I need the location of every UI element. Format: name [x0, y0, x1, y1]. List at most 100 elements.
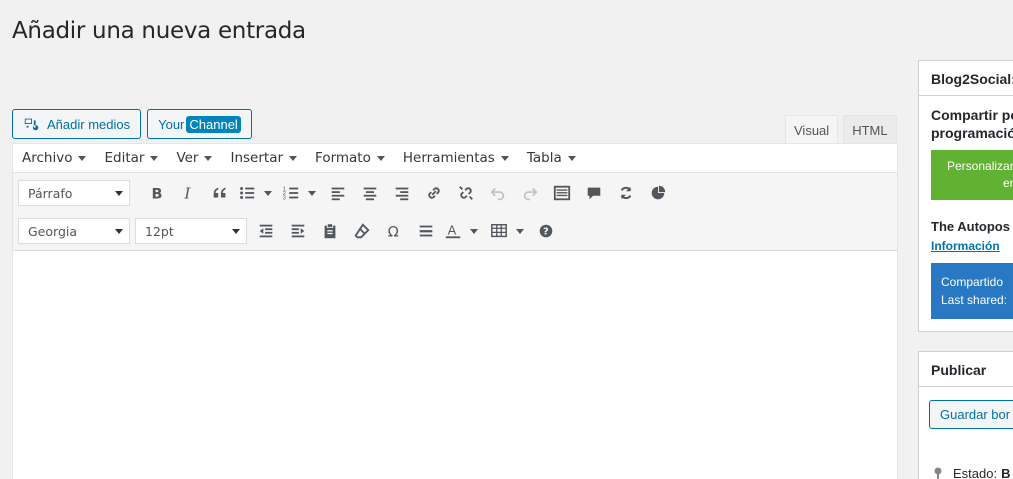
editor-mode-tabs: Visual HTML: [785, 115, 897, 144]
numbered-list-icon: 123: [283, 186, 299, 201]
chevron-down-icon: [115, 228, 123, 234]
undo-button[interactable]: [482, 179, 514, 207]
table-dropdown[interactable]: [510, 217, 524, 245]
font-family-value: Georgia: [28, 223, 78, 239]
align-center-icon: [363, 187, 377, 201]
blog2social-title: Blog2Social:: [919, 61, 1013, 96]
link-icon: [428, 187, 440, 199]
blog2social-panel: Blog2Social: Compartir po programació Pe…: [918, 60, 1013, 332]
publish-panel: Publicar Guardar bor Estado: B: [918, 351, 1013, 479]
chevron-down-icon: [516, 228, 524, 234]
chevron-down-icon: [376, 155, 385, 161]
align-right-button[interactable]: [386, 179, 418, 207]
menu-editar-label: Editar: [104, 150, 145, 166]
help-button[interactable]: ?: [530, 217, 562, 245]
menu-ver-label: Ver: [176, 150, 199, 166]
undo-icon: [490, 187, 505, 201]
chevron-down-icon: [264, 190, 272, 196]
font-size-select[interactable]: 12pt: [135, 218, 247, 244]
svg-text:I: I: [183, 184, 191, 202]
menu-editar[interactable]: Editar: [104, 150, 159, 166]
redo-button[interactable]: [514, 179, 546, 207]
menu-archivo[interactable]: Archivo: [22, 150, 87, 166]
your-channel-button[interactable]: Your Channel: [147, 109, 252, 139]
menu-tabla[interactable]: Tabla: [527, 150, 576, 166]
post-editor: Archivo Editar Ver Insertar Formato Herr…: [12, 143, 898, 479]
shared-status-line1: Compartido: [941, 275, 1004, 289]
eraser-icon: [354, 223, 370, 239]
bullet-list-button[interactable]: [236, 179, 258, 207]
customize-share-button[interactable]: Personalizar en: [931, 150, 1013, 200]
svg-text:?: ?: [543, 227, 549, 238]
quote-icon: [213, 187, 226, 198]
customize-share-line2: en: [1003, 176, 1013, 190]
table-button[interactable]: [488, 217, 510, 245]
outdent-button[interactable]: [250, 217, 282, 245]
menu-herramientas[interactable]: Herramientas: [403, 150, 509, 166]
customize-share-line1: Personalizar: [947, 159, 1013, 173]
bullet-list-dropdown[interactable]: [258, 179, 272, 207]
special-character-button[interactable]: Ω: [378, 217, 410, 245]
bold-button[interactable]: B: [140, 179, 172, 207]
blog2social-description-line2: programació: [931, 125, 1013, 141]
help-icon: ?: [539, 224, 553, 238]
chevron-down-icon: [204, 155, 213, 161]
tab-visual[interactable]: Visual: [785, 115, 839, 144]
chart-button[interactable]: [642, 179, 674, 207]
your-label: Your: [158, 116, 185, 132]
autoposter-label: The Autopos: [931, 219, 1010, 234]
comment-button[interactable]: [578, 179, 610, 207]
paste-text-button[interactable]: [314, 217, 346, 245]
menu-formato[interactable]: Formato: [315, 150, 385, 166]
chevron-down-icon: [567, 155, 576, 161]
add-media-button[interactable]: Añadir medios: [12, 109, 142, 139]
bullet-list-icon: [240, 187, 255, 199]
add-media-icon: [24, 118, 39, 131]
tab-html[interactable]: HTML: [843, 115, 897, 144]
page-title: Añadir una nueva entrada: [12, 18, 306, 44]
blockquote-button[interactable]: [204, 179, 236, 207]
channel-label: Channel: [186, 115, 241, 133]
chevron-down-icon: [470, 228, 478, 234]
text-color-button[interactable]: A: [442, 217, 464, 245]
toggle-toolbar-button[interactable]: [546, 179, 578, 207]
menu-archivo-label: Archivo: [22, 150, 73, 166]
italic-button[interactable]: I: [172, 179, 204, 207]
block-format-select[interactable]: Párrafo: [18, 180, 130, 206]
indent-button[interactable]: [282, 217, 314, 245]
shared-status-line2: Last shared:: [941, 293, 1008, 307]
align-center-button[interactable]: [354, 179, 386, 207]
editor-content-area[interactable]: [13, 252, 897, 479]
bold-icon: B: [152, 186, 163, 202]
numbered-list-dropdown[interactable]: [302, 179, 316, 207]
svg-text:B: B: [152, 186, 163, 202]
chevron-down-icon: [308, 190, 316, 196]
numbered-list-button[interactable]: 123: [280, 179, 302, 207]
horizontal-line-button[interactable]: [410, 217, 442, 245]
chevron-down-icon: [150, 155, 159, 161]
menu-tabla-label: Tabla: [526, 150, 562, 166]
font-family-select[interactable]: Georgia: [18, 218, 130, 244]
insert-link-button[interactable]: [418, 179, 450, 207]
svg-text:A: A: [448, 223, 457, 238]
font-size-value: 12pt: [145, 223, 174, 239]
media-buttons: Añadir medios Your Channel: [12, 109, 252, 139]
status-label: Estado:: [953, 466, 998, 479]
info-link[interactable]: Información: [931, 239, 1000, 253]
chevron-down-icon: [78, 155, 87, 161]
clear-formatting-button[interactable]: [346, 217, 378, 245]
indent-icon: [291, 224, 305, 238]
align-left-button[interactable]: [322, 179, 354, 207]
shared-status-box: Compartido Last shared:: [931, 263, 1013, 319]
menu-ver[interactable]: Ver: [176, 150, 213, 166]
add-media-label: Añadir medios: [47, 116, 131, 132]
save-draft-button[interactable]: Guardar bor: [929, 400, 1013, 429]
refresh-button[interactable]: [610, 179, 642, 207]
menu-insertar[interactable]: Insertar: [230, 150, 298, 166]
remove-link-button[interactable]: [450, 179, 482, 207]
refresh-icon: [620, 186, 632, 200]
chevron-down-icon: [500, 155, 509, 161]
svg-text:3: 3: [283, 195, 286, 201]
text-color-dropdown[interactable]: [464, 217, 478, 245]
align-left-icon: [331, 187, 345, 201]
